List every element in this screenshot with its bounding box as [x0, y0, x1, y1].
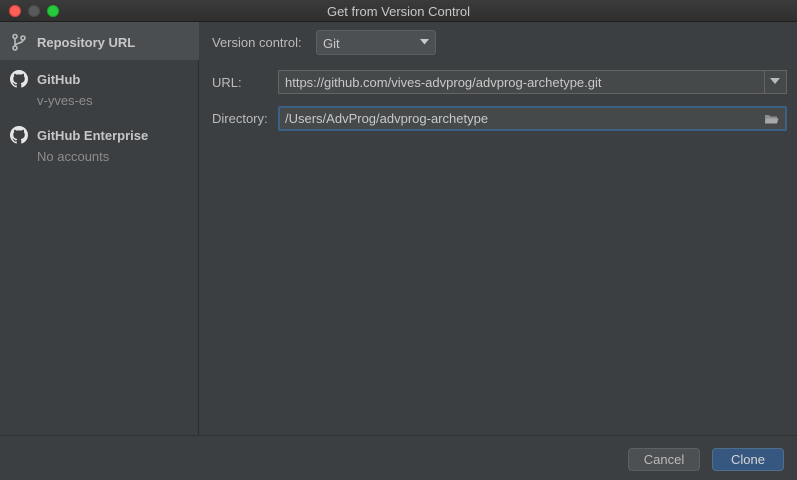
url-combobox[interactable]: https://github.com/vives-advprog/advprog… — [278, 70, 787, 94]
cancel-button[interactable]: Cancel — [628, 448, 700, 471]
title-bar: Get from Version Control — [0, 0, 797, 22]
directory-label: Directory: — [212, 111, 268, 126]
sidebar-item-account: v-yves-es — [37, 93, 93, 108]
sidebar-item-github-enterprise[interactable]: GitHub Enterprise No accounts — [0, 120, 199, 172]
url-history-dropdown-button[interactable] — [764, 71, 786, 93]
version-control-label: Version control: — [212, 35, 302, 50]
sidebar: Repository URL GitHub v-yves-es GitHub E… — [0, 22, 199, 435]
window-title: Get from Version Control — [326, 4, 471, 19]
git-branch-icon — [12, 33, 26, 51]
github-icon — [10, 126, 28, 144]
directory-input[interactable]: /Users/AdvProg/advprog-archetype — [285, 111, 488, 126]
dialog-footer: Cancel Clone — [0, 435, 797, 480]
github-icon — [10, 70, 28, 88]
folder-icon[interactable] — [764, 113, 779, 125]
sidebar-item-label: GitHub Enterprise — [37, 128, 149, 143]
sidebar-item-repository-url[interactable]: Repository URL — [0, 22, 199, 60]
url-label: URL: — [212, 75, 242, 90]
repository-url-panel: Version control: Git URL: https://github… — [200, 22, 797, 435]
sidebar-item-account: No accounts — [37, 149, 110, 164]
sidebar-item-github[interactable]: GitHub v-yves-es — [0, 64, 199, 116]
sidebar-item-label: GitHub — [37, 72, 81, 87]
chevron-down-icon — [770, 78, 780, 84]
sidebar-item-label: Repository URL — [37, 35, 136, 50]
version-control-select[interactable]: Git — [316, 30, 436, 55]
clone-button[interactable]: Clone — [712, 448, 784, 471]
get-from-vcs-dialog: Get from Version Control Repository URL … — [0, 0, 797, 480]
url-input[interactable]: https://github.com/vives-advprog/advprog… — [285, 75, 602, 90]
chevron-down-icon — [420, 39, 429, 45]
directory-field[interactable]: /Users/AdvProg/advprog-archetype — [278, 106, 787, 131]
version-control-value: Git — [323, 36, 340, 51]
